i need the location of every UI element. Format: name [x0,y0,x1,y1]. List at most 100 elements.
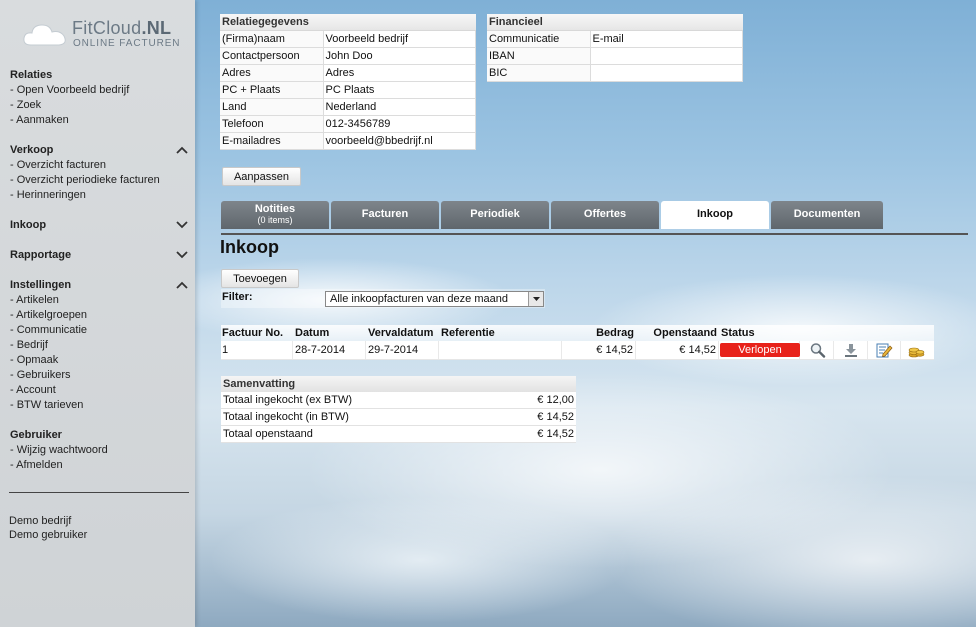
nav-head-verkoop[interactable]: Verkoop [10,143,190,158]
cell-datum: 28-7-2014 [293,341,366,359]
relatie-label: Land [220,98,324,116]
col-referentie[interactable]: Referentie [441,325,495,341]
samenvatting-panel: Samenvatting Totaal ingekocht (ex BTW) €… [221,376,576,443]
tab-label: Offertes [583,208,627,220]
relatie-label: Adres [220,64,324,82]
nav-item-wijzig-wachtwoord[interactable]: - Wijzig wachtwoord [10,443,190,458]
chevron-down-icon[interactable] [176,250,188,260]
col-status[interactable]: Status [721,325,755,341]
col-factuur-no[interactable]: Factuur No. [222,325,283,341]
relatie-label: E-mailadres [220,132,324,150]
nav-head-relaties[interactable]: Relaties [10,68,190,83]
relatie-value: Voorbeeld bedrijf [323,30,476,48]
summary-value: € 14,52 [537,428,574,440]
chevron-down-icon[interactable] [176,220,188,230]
col-datum[interactable]: Datum [295,325,329,341]
filter-label: Filter: [222,291,253,303]
nav-item-communicatie[interactable]: - Communicatie [10,323,190,338]
toevoegen-button[interactable]: Toevoegen [221,269,299,288]
summary-value: € 14,52 [537,411,574,423]
edit-icon[interactable] [875,342,893,358]
demo-company: Demo bedrijf [9,515,72,527]
financieel-table: Financieel Communicatie E-mail IBAN BIC [487,14,743,82]
download-icon[interactable] [842,342,860,358]
tab-label: Documenten [793,208,861,220]
financieel-value [590,64,743,82]
tab-label: Notities [254,203,296,215]
filter-select[interactable]: Alle inkoopfacturen van deze maand [325,291,544,307]
col-vervaldatum[interactable]: Vervaldatum [368,325,433,341]
relatie-value: 012-3456789 [323,115,476,133]
nav-verkoop: Verkoop - Overzicht facturen - Overzicht… [10,143,190,203]
nav-item-gebruikers[interactable]: - Gebruikers [10,368,190,383]
tab-facturen[interactable]: Facturen [331,201,439,229]
nav-item-btw-tarieven[interactable]: - BTW tarieven [10,398,190,413]
table-row: E-mailadres voorbeeld@bbedrijf.nl [220,132,476,150]
nav-item-overzicht-facturen[interactable]: - Overzicht facturen [10,158,190,173]
nav-item-opmaak[interactable]: - Opmaak [10,353,190,368]
summary-value: € 12,00 [537,394,574,406]
nav-item-herinneringen[interactable]: - Herinneringen [10,188,190,203]
page-title: Inkoop [220,237,279,257]
nav-item-artikelgroepen[interactable]: - Artikelgroepen [10,308,190,323]
dropdown-arrow-icon[interactable] [528,292,543,306]
logo[interactable]: FitCloud.NL ONLINE FACTUREN [22,18,182,50]
nav-head-inkoop[interactable]: Inkoop [10,218,190,233]
filter-select-value: Alle inkoopfacturen van deze maand [330,293,508,305]
tabs-divider [221,233,968,235]
financieel-value [590,47,743,65]
brand-name: FitCloud.NL [72,18,172,38]
cell-referentie [439,341,562,359]
relatie-label: Contactpersoon [220,47,324,65]
table-row[interactable]: 1 28-7-2014 29-7-2014 € 14,52 € 14,52 [221,341,934,360]
col-bedrag[interactable]: Bedrag [564,325,636,341]
tab-notities[interactable]: Notities (0 items) [221,201,329,229]
summary-row: Totaal openstaand € 14,52 [221,426,576,443]
table-row: PC + Plaats PC Plaats [220,81,476,99]
nav-head-gebruiker[interactable]: Gebruiker [10,428,190,443]
cell-factuur-no: 1 [221,341,293,359]
nav-item-bedrijf[interactable]: - Bedrijf [10,338,190,353]
col-openstaand[interactable]: Openstaand [639,325,719,341]
table-row: (Firma)naam Voorbeeld bedrijf [220,30,476,48]
cell-vervaldatum: 29-7-2014 [366,341,439,359]
magnifier-icon[interactable] [809,342,827,358]
relatie-value: Nederland [323,98,476,116]
relatie-table: Relatiegegevens (Firma)naam Voorbeeld be… [220,14,476,150]
nav-relaties: Relaties - Open Voorbeeld bedrijf - Zoek… [10,68,190,128]
table-row: Communicatie E-mail [487,30,743,48]
nav-item-periodieke-facturen[interactable]: - Overzicht periodieke facturen [10,173,190,188]
aanpassen-button[interactable]: Aanpassen [222,167,301,186]
summary-label: Totaal ingekocht (in BTW) [223,411,349,423]
nav-item-aanmaken[interactable]: - Aanmaken [10,113,190,128]
relatie-label: Telefoon [220,115,324,133]
summary-row: Totaal ingekocht (in BTW) € 14,52 [221,409,576,426]
tab-offertes[interactable]: Offertes [551,201,659,229]
sidebar-divider [9,492,189,493]
nav-item-account[interactable]: - Account [10,383,190,398]
tab-documenten[interactable]: Documenten [771,201,883,229]
tab-inkoop[interactable]: Inkoop [661,201,769,229]
sidebar: FitCloud.NL ONLINE FACTUREN Relaties - O… [0,0,195,627]
nav-head-rapportage[interactable]: Rapportage [10,248,190,263]
coins-icon[interactable] [907,342,925,358]
cell-openstaand: € 14,52 [636,341,719,359]
chevron-up-icon[interactable] [176,145,188,155]
tab-label: Facturen [361,208,409,220]
nav-gebruiker: Gebruiker - Wijzig wachtwoord - Afmelden [10,428,190,473]
financieel-label: Communicatie [487,30,591,48]
nav-item-afmelden[interactable]: - Afmelden [10,458,190,473]
nav-item-artikelen[interactable]: - Artikelen [10,293,190,308]
summary-label: Totaal openstaand [223,428,313,440]
relatie-label: (Firma)naam [220,30,324,48]
nav-item-open-bedrijf[interactable]: - Open Voorbeeld bedrijf [10,83,190,98]
tab-periodiek[interactable]: Periodiek [441,201,549,229]
nav-item-zoek[interactable]: - Zoek [10,98,190,113]
tab-bar: Notities (0 items) Facturen Periodiek Of… [221,201,971,229]
table-row: Adres Adres [220,64,476,82]
demo-user: Demo gebruiker [9,529,88,541]
chevron-up-icon[interactable] [176,280,188,290]
summary-label: Totaal ingekocht (ex BTW) [223,394,352,406]
financieel-label: IBAN [487,47,591,65]
nav-head-instellingen[interactable]: Instellingen [10,278,190,293]
